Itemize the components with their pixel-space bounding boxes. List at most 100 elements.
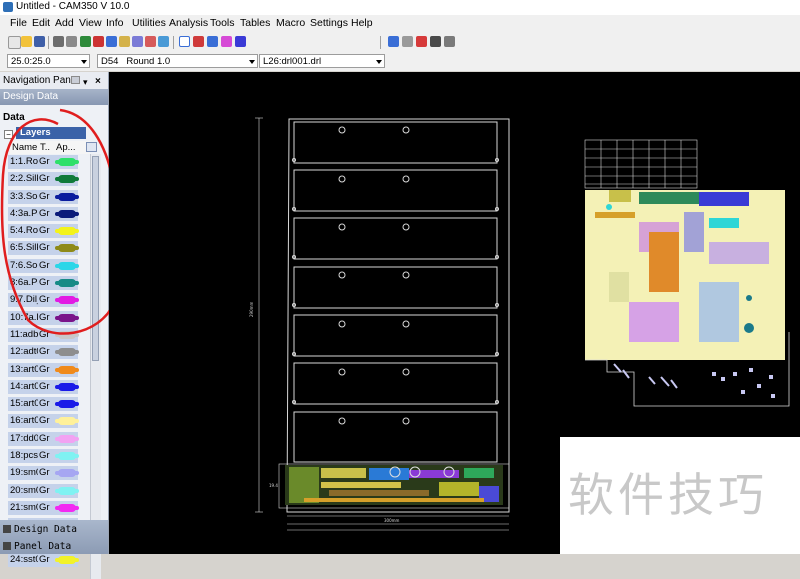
data-table xyxy=(584,139,698,189)
units-combo[interactable]: 25.0:25.0 xyxy=(7,54,90,68)
menu-settings[interactable]: Settings xyxy=(310,17,348,29)
grid-icon[interactable] xyxy=(193,36,204,47)
redo-icon[interactable] xyxy=(66,36,77,47)
aperture-combo[interactable]: D54 Round 1.0 xyxy=(97,54,258,68)
delete-icon[interactable] xyxy=(93,36,104,47)
layer-name: 20:sm0 xyxy=(10,484,38,496)
move-icon[interactable] xyxy=(388,36,399,47)
menu-analysis[interactable]: Analysis xyxy=(169,17,208,29)
layer-combo[interactable]: L26:drl001.drl xyxy=(259,54,385,68)
toolbar-separator xyxy=(380,36,381,49)
chevron-down-icon xyxy=(376,60,382,64)
layer-row[interactable]: 14:art0 Gr xyxy=(8,379,90,396)
layer-color-swatch[interactable] xyxy=(55,469,79,478)
layer-row[interactable]: 17:dd0 Gr xyxy=(8,431,90,448)
menu-bar: File Edit Add View Info Utilities Analys… xyxy=(0,15,800,33)
zoom-out-icon[interactable] xyxy=(145,36,156,47)
print-icon[interactable] xyxy=(80,36,91,47)
zoom-window-icon[interactable] xyxy=(119,36,130,47)
new-file-icon[interactable] xyxy=(8,36,21,49)
aperture-combo-value: D54 Round 1.0 xyxy=(101,56,171,67)
layer-type: Gr xyxy=(39,398,50,410)
pane-bottom-tabs: Design Data Panel Data xyxy=(0,520,108,554)
layer-name: 16:art0 xyxy=(10,415,38,427)
zoom-all-icon[interactable] xyxy=(158,36,169,47)
layer-row[interactable]: 21:sm0Gr xyxy=(8,500,90,517)
layer-color-swatch[interactable] xyxy=(55,400,79,409)
chevron-down-icon xyxy=(81,60,87,64)
color-icon[interactable] xyxy=(221,36,232,47)
layer-row[interactable]: 13:art0 Gr xyxy=(8,362,90,379)
layer-row[interactable]: 19:sm0Gr xyxy=(8,465,90,482)
zoom-in-icon[interactable] xyxy=(132,36,143,47)
menu-edit[interactable]: Edit xyxy=(32,17,50,29)
layer-row[interactable]: 20:sm0Gr xyxy=(8,483,90,500)
layer-name: 15:art0 xyxy=(10,398,38,410)
menu-info[interactable]: Info xyxy=(106,17,124,29)
copy-icon[interactable] xyxy=(402,36,413,47)
pcb-bottom-strip xyxy=(285,465,503,505)
watermark: 软件技巧 xyxy=(560,437,800,554)
layer-type: Gr xyxy=(39,484,50,496)
layer-color-swatch[interactable] xyxy=(55,452,79,461)
layer-name: 13:art0 xyxy=(10,363,38,375)
layer-type: Gr xyxy=(39,346,50,358)
panel-data-tab-label: Panel Data xyxy=(14,541,72,552)
menu-utilities[interactable]: Utilities xyxy=(132,17,166,29)
menu-tools[interactable]: Tools xyxy=(210,17,235,29)
menu-macro[interactable]: Macro xyxy=(276,17,305,29)
layer-type: Gr xyxy=(39,450,50,462)
open-folder-icon[interactable] xyxy=(21,36,32,47)
select-icon[interactable] xyxy=(179,36,190,47)
panel-strip-dim: 19.4 xyxy=(269,483,278,488)
panel-data-icon xyxy=(3,542,11,550)
layer-color-swatch[interactable] xyxy=(55,348,79,357)
design-data-tab[interactable]: Design Data xyxy=(3,524,77,535)
menu-help[interactable]: Help xyxy=(351,17,373,29)
save-icon[interactable] xyxy=(34,36,45,47)
menu-tables[interactable]: Tables xyxy=(240,17,270,29)
right-pcb-board xyxy=(585,190,790,407)
layer-type: Gr xyxy=(39,467,50,479)
table-icon[interactable] xyxy=(235,36,246,47)
panel-width-dim: 300mm xyxy=(384,518,400,523)
layers-icon[interactable] xyxy=(207,36,218,47)
watermark-text: 软件技巧 xyxy=(568,468,768,522)
rotate-icon[interactable] xyxy=(430,36,441,47)
chevron-down-icon xyxy=(249,60,255,64)
layer-color-swatch[interactable] xyxy=(55,486,79,495)
layer-color-swatch[interactable] xyxy=(55,434,79,443)
design-data-tab-label: Design Data xyxy=(14,524,77,535)
layer-type: Gr xyxy=(39,501,50,513)
menu-file[interactable]: File xyxy=(10,17,27,29)
layer-row[interactable]: 15:art0 Gr xyxy=(8,396,90,413)
menu-view[interactable]: View xyxy=(79,17,102,29)
layer-name: 18:pcs. xyxy=(10,450,38,462)
layer-color-swatch[interactable] xyxy=(55,365,79,374)
menu-add[interactable]: Add xyxy=(55,17,74,29)
layer-name: 19:sm0 xyxy=(10,467,38,479)
zoom-icon[interactable] xyxy=(106,36,117,47)
layer-row[interactable]: 18:pcs. Gr xyxy=(8,448,90,465)
layer-color-swatch[interactable] xyxy=(55,503,79,512)
layer-name: 21:sm0 xyxy=(10,501,38,513)
panel-data-tab[interactable]: Panel Data xyxy=(3,541,71,552)
layer-color-swatch[interactable] xyxy=(55,417,79,426)
close-icon[interactable] xyxy=(416,36,427,47)
layer-name: 17:dd0 xyxy=(10,432,38,444)
toolbar xyxy=(0,33,800,53)
window-title: Untitled - CAM350 V 10.0 xyxy=(16,1,130,12)
layer-row[interactable]: 24:sst0 Gr xyxy=(8,552,90,569)
toolbar-separator xyxy=(173,36,174,49)
layer-row[interactable]: 16:art0 Gr xyxy=(8,413,90,430)
undo-icon[interactable] xyxy=(53,36,64,47)
layer-type: Gr xyxy=(39,415,50,427)
layer-row[interactable]: 12:adt0Gr xyxy=(8,344,90,361)
mirror-icon[interactable] xyxy=(444,36,455,47)
layer-color-swatch[interactable] xyxy=(55,382,79,391)
layer-type: Gr xyxy=(39,363,50,375)
combo-toolbar: 25.0:25.0 D54 Round 1.0 L26:drl001.drl xyxy=(0,52,800,71)
panel-height-dim: 290mm xyxy=(249,301,254,317)
layer-color-swatch[interactable] xyxy=(55,555,79,564)
layer-type: Gr xyxy=(39,553,50,565)
